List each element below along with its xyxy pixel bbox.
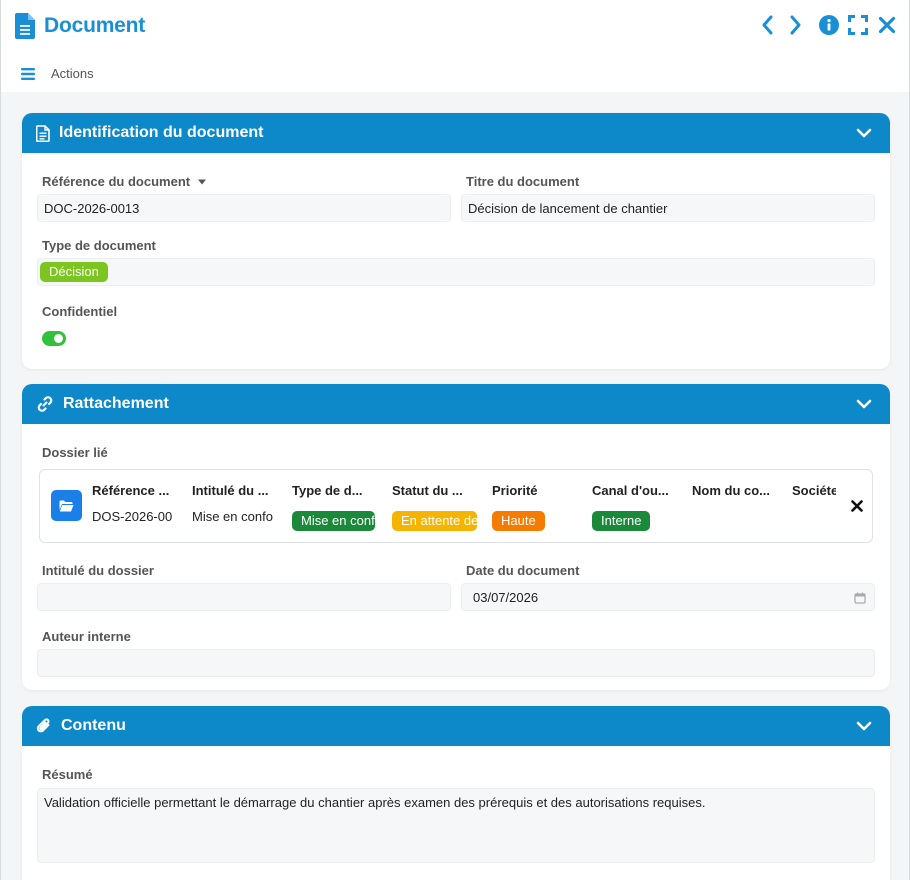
confidentiel-toggle[interactable] [42,331,66,346]
contenu-title: Contenu [61,717,126,734]
reference-label-text: Référence du document [42,174,191,189]
canal-tag: Interne [592,511,651,531]
dossier-label: Dossier lié [42,445,108,460]
remove-link-icon[interactable] [850,499,864,513]
priorite-tag: Haute [492,511,545,531]
link-icon [37,396,53,412]
close-icon[interactable] [877,14,897,36]
auteur-field[interactable] [37,649,875,677]
chevron-right-icon[interactable] [786,14,806,36]
col-canal-header: Canal d'ou... [592,483,669,498]
resume-textarea[interactable]: Validation officielle permettant le déma… [37,788,875,863]
top-bar: Document Actions [1,0,909,92]
document-window: Document Actions Identification du docum… [0,0,910,880]
confidentiel-label: Confidentiel [42,304,118,319]
reference-label[interactable]: Référence du document [42,174,207,189]
reference-value: DOC-2026-0013 [44,200,140,216]
paperclip-icon [36,718,50,733]
type-field[interactable]: Décision [37,258,875,286]
chevron-left-icon[interactable] [757,14,777,36]
col-contact-header: Nom du co... [692,483,770,498]
linked-dossier-card[interactable]: Référence ... DOS-2026-00 Intitulé du ..… [39,469,873,543]
col-societe-header: Sociéte [792,483,836,498]
folder-icon [51,490,82,521]
type-dossier-tag: Mise en conf [292,511,375,531]
date-value: 03/07/2026 [473,589,539,605]
resume-label: Résumé [42,767,93,782]
col-reference-value: DOS-2026-00 [92,509,173,524]
reference-field[interactable]: DOC-2026-0013 [37,194,451,222]
col-type-header: Type de d... [292,483,363,498]
identification-panel: Identification du document Référence du … [22,113,890,369]
contenu-panel-header[interactable]: Contenu [22,706,890,746]
page-title: Document [44,14,146,37]
titre-field[interactable]: Décision de lancement de chantier [461,194,875,222]
intitule-label: Intitulé du dossier [42,563,154,578]
caret-down-icon[interactable] [197,179,207,185]
rattachement-title: Rattachement [63,395,169,412]
col-statut-value: En attente de [392,511,478,534]
rattachement-panel: Rattachement Dossier lié Référence ... D… [22,384,890,690]
document-icon [15,13,35,39]
actions-menu[interactable]: Actions [21,66,94,81]
fullscreen-icon[interactable] [848,14,868,36]
contenu-panel: Contenu Résumé Validation officielle per… [22,706,890,880]
identification-title: Identification du document [59,124,264,141]
chevron-down-icon[interactable] [856,718,872,734]
titre-label: Titre du document [466,174,580,189]
rattachement-panel-header[interactable]: Rattachement [22,384,890,424]
col-type-value: Mise en conf [292,511,378,534]
col-intitule-value: Mise en confo [192,509,273,524]
chevron-down-icon[interactable] [856,396,872,412]
col-reference-header: Référence ... [92,483,170,498]
header-toolbar [757,14,897,36]
menu-icon [21,67,35,80]
col-statut-header: Statut du ... [392,483,463,498]
intitule-field[interactable] [37,583,451,611]
type-label: Type de document [42,238,156,253]
info-icon[interactable] [819,14,839,36]
title-row: Document [15,12,145,40]
col-priorite-header: Priorité [492,483,538,498]
file-text-icon [36,124,50,142]
date-label: Date du document [466,563,580,578]
resume-value: Validation officielle permettant le déma… [44,795,706,810]
actions-label: Actions [51,66,94,81]
auteur-label: Auteur interne [42,629,131,644]
col-priorite-value: Haute [492,511,578,534]
identification-panel-header[interactable]: Identification du document [22,113,890,153]
chevron-down-icon[interactable] [856,125,872,141]
statut-tag: En attente de [392,511,477,531]
col-canal-value: Interne [592,511,678,534]
col-intitule-header: Intitulé du ... [192,483,269,498]
date-field[interactable]: 03/07/2026 [461,583,875,611]
type-tag: Décision [40,262,108,282]
titre-value: Décision de lancement de chantier [468,200,668,216]
calendar-icon[interactable] [854,592,866,604]
